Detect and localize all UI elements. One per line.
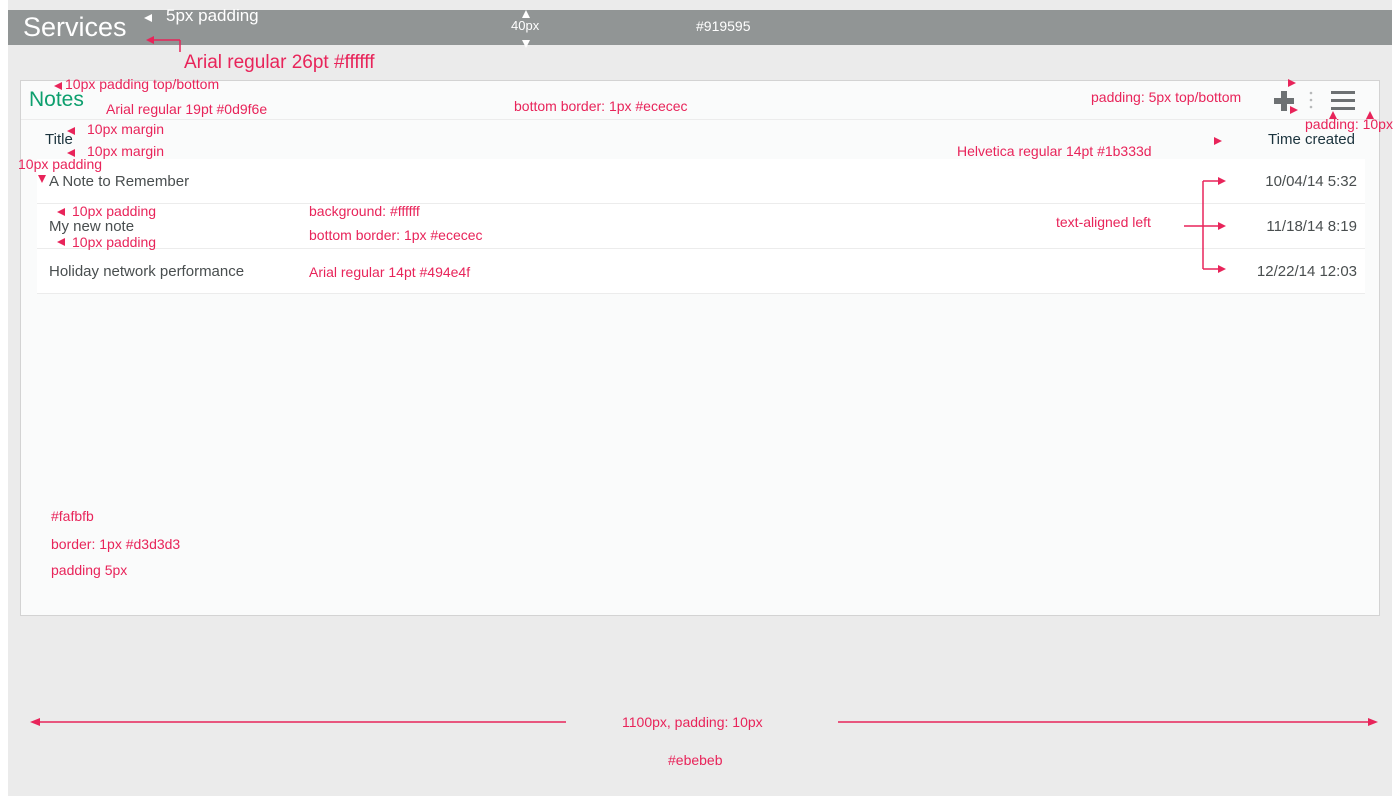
annotation-panel-bg: #fafbfb	[51, 508, 94, 524]
annotation-panel-padding: padding 5px	[51, 562, 128, 578]
annotation-header-font: Helvetica regular 14pt #1b333d	[957, 143, 1152, 159]
annotation-padding-tb: 10px padding top/bottom	[65, 76, 220, 92]
annotation-row-font: Arial regular 14pt #494e4f	[309, 264, 471, 280]
annotation-height: 40px	[511, 18, 540, 33]
annotation-page-width: 1100px, padding: 10px	[622, 714, 763, 730]
annotation-row-padding: 10px padding	[72, 234, 157, 250]
annotation-padding-left: 10px padding	[18, 156, 103, 172]
annotation-title-font: Arial regular 26pt #ffffff	[184, 52, 375, 73]
annotation-margin: 10px margin	[87, 121, 165, 137]
annotation-row-background: background: #ffffff	[309, 203, 420, 219]
annotation-padding: 5px padding	[166, 6, 259, 25]
annotation-topbar-color: #919595	[696, 18, 751, 34]
annotation-text-aligned: text-aligned left	[1056, 214, 1151, 230]
annotation-icon-padding-tb: padding: 5px top/bottom	[1091, 89, 1242, 105]
annotation-arrows	[30, 10, 1378, 726]
annotation-row-border: bottom border: 1px #ececec	[309, 227, 483, 243]
annotation-icon-padding: padding: 10px	[1305, 116, 1393, 132]
annotation-page-bg: #ebebeb	[668, 752, 723, 768]
annotation-row-padding: 10px padding	[72, 203, 157, 219]
annotation-panel-border: border: 1px #d3d3d3	[51, 536, 181, 552]
annotation-notes-font: Arial regular 19pt #0d9f6e	[106, 101, 268, 117]
annotation-bottom-border: bottom border: 1px #ececec	[514, 98, 688, 114]
